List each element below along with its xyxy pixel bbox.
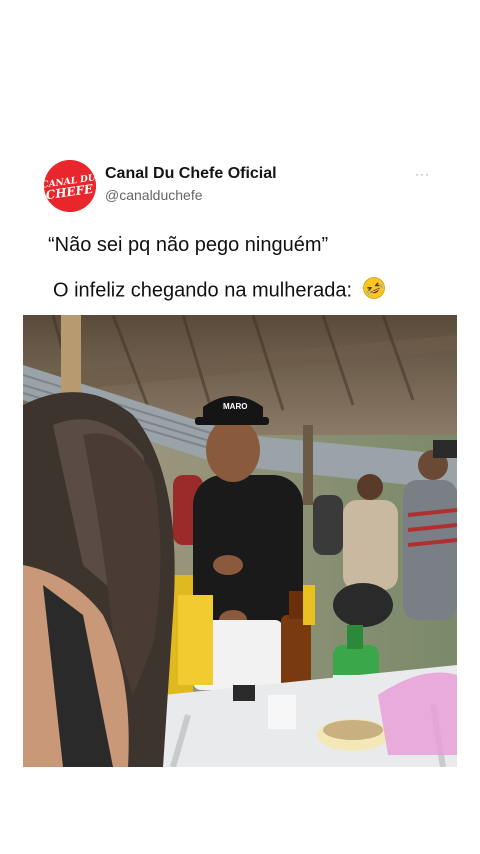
account-name[interactable]: Canal Du Chefe Oficial xyxy=(105,165,277,183)
video-frame-image: MARO xyxy=(23,315,457,767)
account-handle[interactable]: @canalduchefe xyxy=(105,187,203,203)
video-player[interactable]: MARO xyxy=(23,315,457,767)
post-header: CANAL DU CHEFE Canal Du Chefe Oficial @c… xyxy=(44,160,436,216)
avatar[interactable]: CANAL DU CHEFE xyxy=(44,160,96,212)
caption-text-label: O infeliz chegando na mulherada: xyxy=(53,279,353,302)
caption-quote: “Não sei pq não pego ninguém” xyxy=(48,234,329,256)
rolling-on-floor-laughing-icon xyxy=(362,276,386,306)
caption-text: O infeliz chegando na mulherada: xyxy=(53,276,386,306)
more-options-icon[interactable]: ··· xyxy=(415,167,430,181)
avatar-logo-icon: CANAL DU CHEFE xyxy=(44,160,96,212)
cap-logo-text: MARO xyxy=(223,402,247,411)
